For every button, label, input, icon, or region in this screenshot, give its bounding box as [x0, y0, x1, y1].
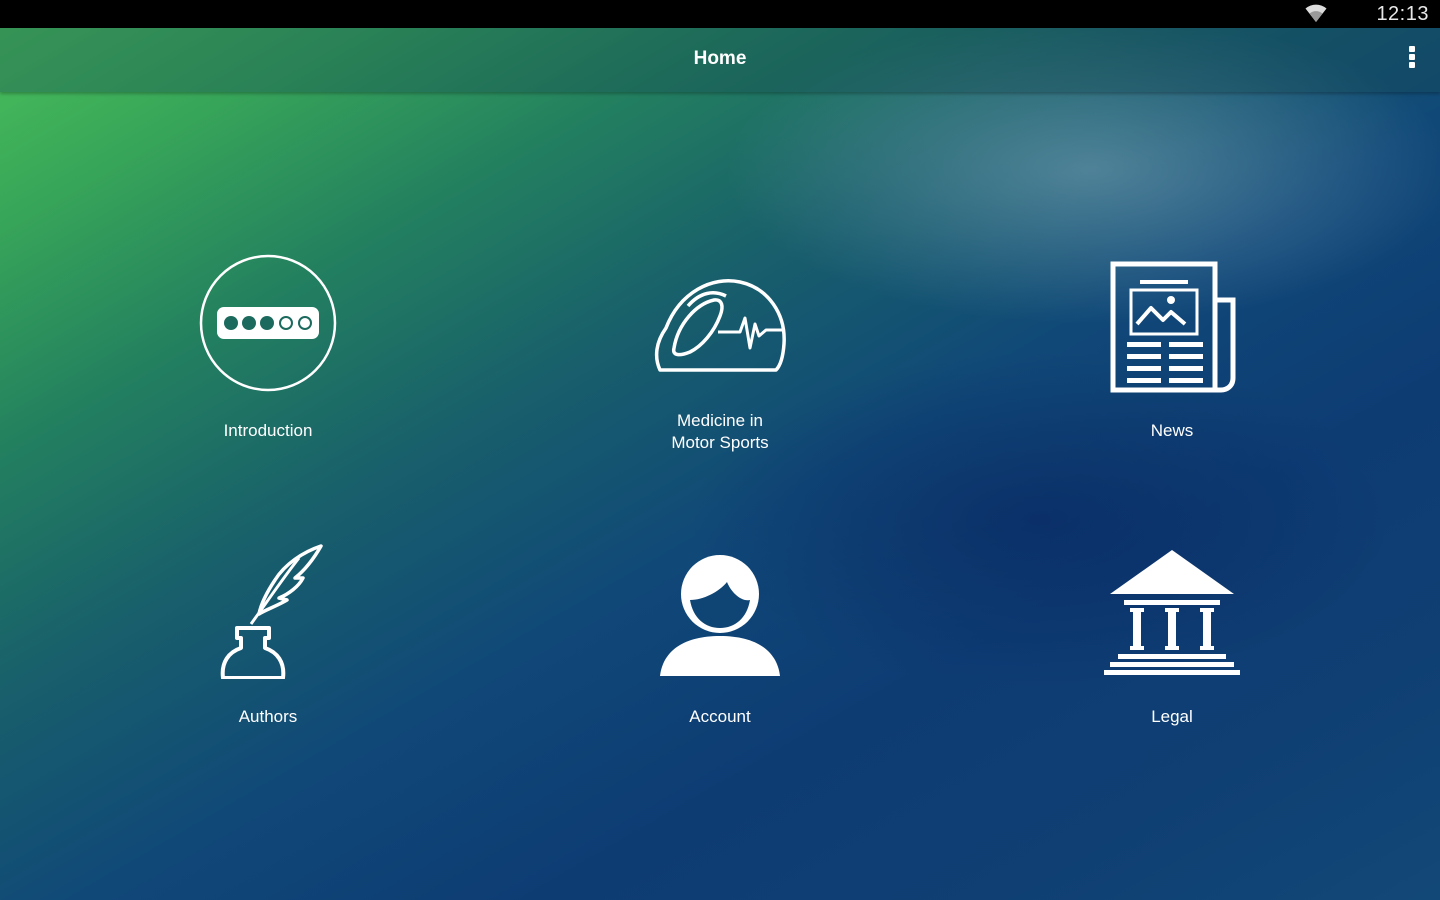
progress-dots-circle-icon — [199, 254, 337, 392]
tile-medicine-label: Medicine in Motor Sports — [671, 411, 769, 452]
quill-inkwell-icon — [220, 544, 323, 679]
tile-news[interactable]: News — [1052, 248, 1292, 458]
wifi-icon — [1305, 4, 1327, 22]
status-bar: 12:13 — [0, 0, 1440, 28]
app-bar: Home — [0, 28, 1440, 92]
overflow-menu-icon[interactable] — [1406, 46, 1418, 74]
status-time: 12:13 — [1376, 3, 1429, 25]
racing-helmet-heartbeat-icon — [654, 279, 786, 372]
tile-introduction[interactable]: Introduction — [148, 248, 388, 458]
tile-introduction-label: Introduction — [223, 421, 313, 440]
page-title: Home — [693, 48, 747, 69]
tile-authors[interactable]: Authors — [148, 540, 388, 750]
tile-medicine-in-motor-sports[interactable]: Medicine in Motor Sports — [600, 248, 840, 458]
tile-account[interactable]: Account — [600, 540, 840, 750]
tile-legal[interactable]: Legal — [1052, 540, 1292, 750]
newspaper-icon — [1110, 261, 1236, 393]
tile-news-label: News — [1150, 421, 1194, 440]
user-profile-icon — [660, 555, 780, 676]
courthouse-icon — [1104, 550, 1240, 675]
tile-authors-label: Authors — [238, 707, 298, 726]
tile-account-label: Account — [689, 707, 751, 726]
tile-legal-label: Legal — [1151, 707, 1193, 726]
